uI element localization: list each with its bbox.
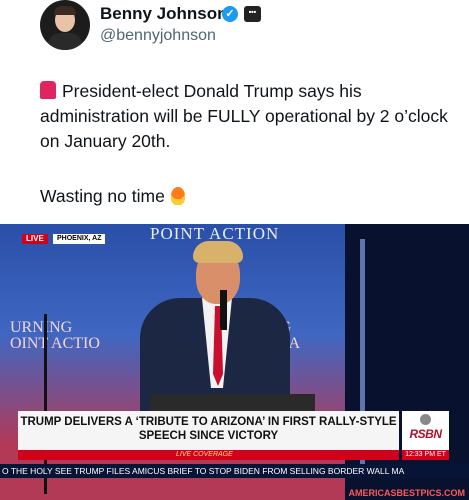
- avatar-hair: [54, 6, 76, 15]
- tweet-text-2: Wasting no time: [40, 186, 185, 207]
- author-handle[interactable]: @bennyjohnson: [100, 27, 216, 45]
- lower-third: TRUMP DELIVERS A ‘TRIBUTE TO ARIZONA’ IN…: [18, 411, 399, 450]
- tweet-text: President-elect Donald Trump says his ad…: [40, 79, 460, 154]
- fire-emoji-icon: [170, 187, 185, 205]
- watermark: AMERICASBESTPICS.COM: [348, 488, 465, 498]
- location-label: PHOENIX, AZ: [53, 234, 106, 244]
- live-badge: LIVE: [22, 234, 48, 244]
- verified-badge-icon: ✓: [222, 6, 238, 22]
- timestamp: 12:33 PM ET: [402, 450, 449, 460]
- live-coverage-bar: LIVE COVERAGE: [18, 450, 399, 460]
- siren-emoji-icon: [40, 81, 56, 99]
- headline: TRUMP DELIVERS A ‘TRIBUTE TO ARIZONA’ IN…: [20, 416, 397, 442]
- network-name: RSBN: [409, 427, 442, 441]
- affiliate-badge-icon[interactable]: ■■■: [244, 6, 261, 22]
- avatar-shirt: [48, 33, 82, 50]
- ticker-text: O THE HOLY SEE TRUMP FILES AMICUS BRIEF …: [2, 466, 405, 476]
- speaker-hair: [193, 241, 243, 263]
- news-ticker: O THE HOLY SEE TRUMP FILES AMICUS BRIEF …: [0, 464, 469, 478]
- video-player[interactable]: POINT ACTION URNING OINT ACTIO NG USA LI…: [0, 224, 469, 500]
- tweet-line-2: Wasting no time: [40, 186, 165, 206]
- banner-text-left: URNING OINT ACTIO: [10, 319, 100, 352]
- author-name[interactable]: Benny Johnson: [100, 4, 228, 24]
- microphone: [220, 290, 227, 330]
- tweet-line-1: President-elect Donald Trump says his ad…: [40, 81, 448, 151]
- network-logo-icon: [420, 414, 431, 425]
- network-logo: RSBN: [402, 411, 449, 450]
- tweet-card: Benny Johnson ✓ ■■■ @bennyjohnson Presid…: [0, 0, 469, 224]
- live-coverage-label: LIVE COVERAGE: [176, 451, 233, 458]
- author-avatar[interactable]: [40, 0, 90, 50]
